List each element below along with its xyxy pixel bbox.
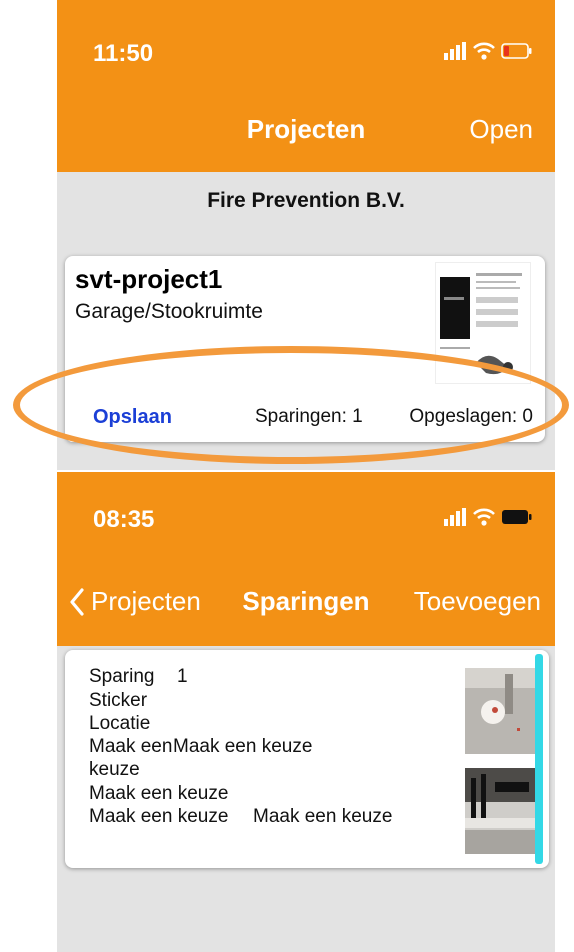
wifi-icon [473,508,495,526]
project-name: svt-project1 [75,264,223,294]
choice-field-continued: keuze [89,759,140,780]
sparing-number: 1 [177,666,188,687]
status-time: 08:35 [93,506,155,533]
signal-icon [444,42,466,60]
open-button[interactable]: Open [469,114,533,145]
nav-bar: Projecten Open [57,92,555,172]
status-bar: 08:35 [57,472,555,564]
save-button[interactable]: Opslaan [93,406,172,429]
sparingen-count: Sparingen: 1 [255,406,363,427]
nav-bar: Projecten Sparingen Toevoegen [57,564,555,646]
add-button[interactable]: Toevoegen [414,586,541,617]
choice-field[interactable]: Maak een [89,736,172,758]
project-location: Garage/Stookruimte [75,300,263,323]
sticker-label: Sticker [89,690,148,711]
document-thumbnail [435,262,531,384]
status-accent-bar [535,654,543,864]
battery-full-icon [502,510,532,524]
project-card[interactable]: svt-project1 Garage/Stookruimte Opslaan … [65,256,545,442]
projects-screen: 11:50 Projecten Open Fire Prevention B.V… [57,0,555,470]
opgeslagen-count: Opgeslagen: 0 [409,406,533,427]
locatie-label: Locatie [89,713,151,734]
sparing-label: Sparing [89,666,155,687]
company-name: Fire Prevention B.V. [207,189,405,212]
wifi-icon [473,42,495,60]
status-time: 11:50 [93,40,154,67]
sparingen-screen: 08:35 Projecten Sparingen Toevoegen Spar… [57,472,555,952]
choice-field[interactable]: Maak een keuze [173,736,312,758]
choice-field[interactable]: Maak een keuze [89,783,228,805]
sparing-card[interactable]: Sparing 1 Sticker Locatie Maak een Maak … [65,650,549,868]
battery-low-icon [501,43,532,59]
status-bar: 11:50 [57,0,555,92]
choice-field[interactable]: Maak een keuze [89,806,228,828]
sparing-photo[interactable] [465,768,535,854]
choice-field[interactable]: Maak een keuze [253,806,392,828]
sparing-photo[interactable] [465,668,535,754]
signal-icon [444,508,466,526]
